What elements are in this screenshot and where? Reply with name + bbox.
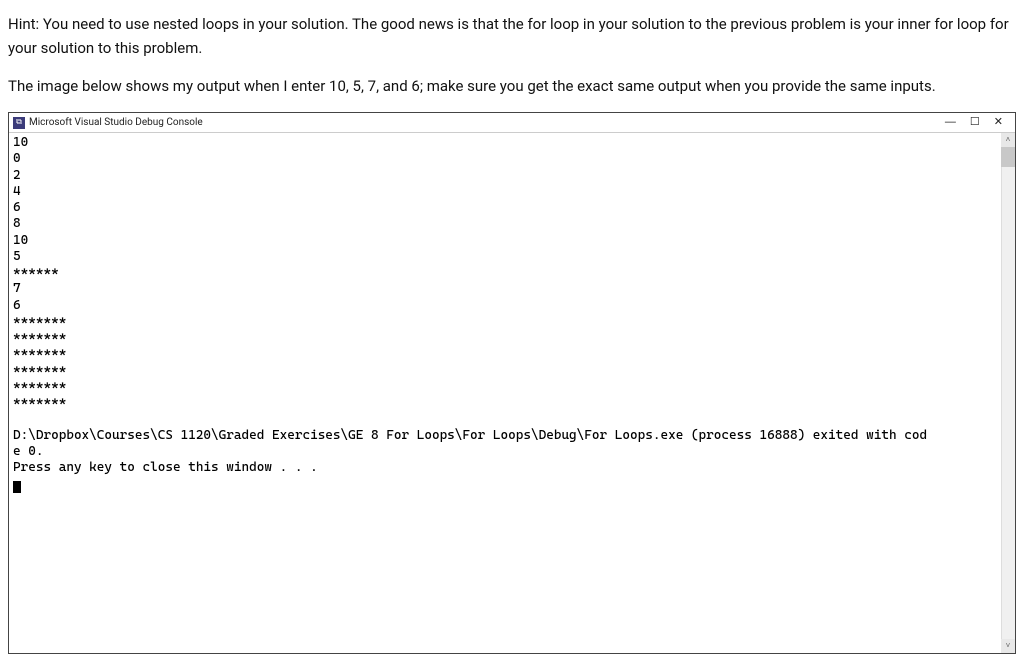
app-icon: ⧉: [13, 117, 25, 129]
window-titlebar: ⧉ Microsoft Visual Studio Debug Console …: [9, 113, 1015, 133]
console-output: 10 0 2 4 6 8 10 5 ****** 7 6 ******* ***…: [9, 133, 1015, 653]
hint-paragraph: Hint: You need to use nested loops in yo…: [8, 12, 1016, 60]
close-button[interactable]: ✕: [994, 117, 1003, 128]
window-title: Microsoft Visual Studio Debug Console: [29, 115, 945, 131]
text-cursor: [13, 481, 21, 493]
scroll-down-button[interactable]: ˅: [1001, 639, 1015, 653]
console-window: ⧉ Microsoft Visual Studio Debug Console …: [8, 112, 1016, 654]
scroll-thumb[interactable]: [1001, 147, 1015, 167]
maximize-button[interactable]: ☐: [970, 117, 980, 128]
window-controls: — ☐ ✕: [945, 117, 1011, 128]
scroll-up-button[interactable]: ˄: [1001, 133, 1015, 147]
instruction-paragraph: The image below shows my output when I e…: [8, 74, 1016, 98]
vertical-scrollbar[interactable]: ˄ ˅: [1001, 133, 1015, 653]
minimize-button[interactable]: —: [945, 117, 956, 128]
